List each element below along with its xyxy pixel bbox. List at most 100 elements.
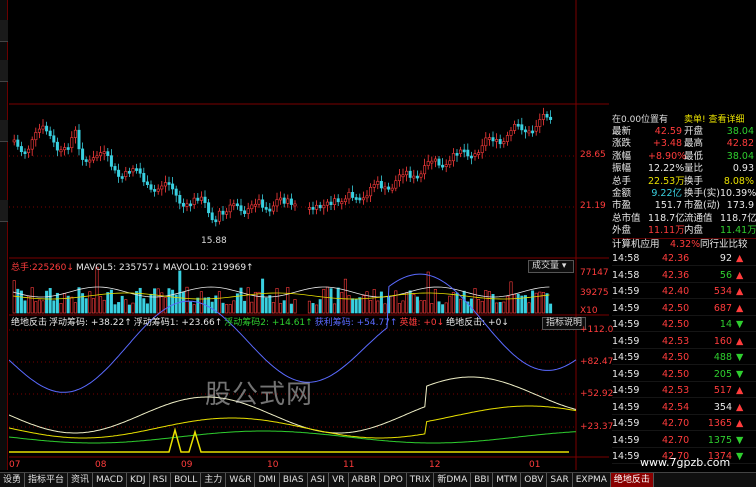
candle-body xyxy=(315,204,319,210)
quote-value: 38.04 xyxy=(726,150,754,162)
candle-body xyxy=(325,201,329,206)
volume-bar xyxy=(307,300,311,314)
quote-value: 0.93 xyxy=(732,163,754,175)
candle-body xyxy=(415,175,419,179)
tab-9[interactable]: DMI xyxy=(255,473,280,487)
volume-bar xyxy=(311,303,315,314)
volume-bar xyxy=(156,288,160,314)
strip-tab[interactable] xyxy=(0,60,8,82)
indicator-tab-bar: 设勇 指标平台 资讯 MACD KDJ RSI BOLL 主力 W&R DMI BIAS ASI VR A… xyxy=(0,472,756,487)
volume-bar xyxy=(199,291,203,314)
candle-body xyxy=(538,119,542,127)
strip-tab[interactable] xyxy=(0,200,8,222)
strip-tab[interactable] xyxy=(0,20,8,42)
candle-body xyxy=(361,197,365,201)
candle-body xyxy=(235,203,239,207)
tab-1[interactable]: 指标平台 xyxy=(25,473,69,487)
tab-11[interactable]: ASI xyxy=(308,473,330,487)
tick-row[interactable]: 14:59 42.50 687 ▲ xyxy=(612,301,756,316)
arrow-up-icon: ▲ xyxy=(736,335,744,347)
candle-body xyxy=(397,174,401,182)
tick-row[interactable]: 14:59 42.50 14 ▼ xyxy=(612,317,756,332)
arrow-up-icon: ▲ xyxy=(736,302,744,314)
candle-body xyxy=(77,129,81,150)
tick-volume: 687 xyxy=(713,302,732,314)
tick-row[interactable]: 14:59 42.54 354 ▲ xyxy=(612,400,756,415)
volume-bar xyxy=(351,298,355,314)
arrow-down-icon: ▼ xyxy=(736,352,744,363)
strip-tab[interactable] xyxy=(0,120,8,142)
tick-row[interactable]: 14:59 42.70 1365 ▲ xyxy=(612,416,756,431)
tick-time: 14:59 xyxy=(612,286,640,297)
tab-21[interactable]: EXPMA xyxy=(573,473,611,487)
tick-row[interactable]: 14:59 42.53 517 ▲ xyxy=(612,383,756,398)
tab-19[interactable]: OBV xyxy=(521,473,548,487)
volume-bar xyxy=(12,280,16,314)
tab-15[interactable]: TRIX xyxy=(407,473,435,487)
tab-7[interactable]: 主力 xyxy=(201,473,227,487)
quote-title[interactable]: 在0.00位置有 卖单! 查看详细 xyxy=(612,112,756,125)
tab-20[interactable]: SAR xyxy=(547,473,573,487)
quote-label: 换手(实) xyxy=(684,188,720,199)
candle-body xyxy=(55,141,59,151)
quote-label: 涨跌 xyxy=(612,138,632,150)
candle-body xyxy=(383,186,387,190)
volume-bar xyxy=(343,278,347,314)
volume-bar xyxy=(171,289,175,314)
tab-0[interactable]: 设勇 xyxy=(0,473,26,487)
candle-body xyxy=(228,204,232,213)
volume-bar xyxy=(448,295,452,314)
tick-time: 14:59 xyxy=(612,319,640,330)
tab-18[interactable]: MTM xyxy=(493,473,522,487)
left-function-strip[interactable] xyxy=(0,0,8,470)
tick-volume: 488 xyxy=(713,352,732,363)
candle-body xyxy=(531,130,535,134)
volume-bar xyxy=(423,300,427,314)
volume-bar xyxy=(322,288,326,314)
volume-bar xyxy=(451,292,455,314)
tab-3[interactable]: MACD xyxy=(93,473,128,487)
quote-label: 总手 xyxy=(612,175,632,187)
chevron-down-icon: ▾ xyxy=(561,261,567,271)
tab-10[interactable]: BIAS xyxy=(280,473,308,487)
candle-body xyxy=(513,123,517,131)
tick-row[interactable]: 14:58 42.36 92 ▲ xyxy=(612,251,756,266)
candle-body xyxy=(534,126,538,132)
tab-16[interactable]: 新DMA xyxy=(434,473,472,487)
tab-2[interactable]: 资讯 xyxy=(68,473,94,487)
candle-body xyxy=(516,123,520,127)
sector-compare-link[interactable]: 同行业比较 xyxy=(700,239,748,250)
tab-17[interactable]: BBI xyxy=(471,473,494,487)
volume-bar xyxy=(52,300,56,314)
quote-label: 市盈(动) xyxy=(684,200,720,212)
tick-time: 14:59 xyxy=(612,451,640,462)
tick-volume: 160 xyxy=(713,335,732,347)
tab-8[interactable]: W&R xyxy=(226,473,256,487)
tick-row[interactable]: 14:59 42.50 488 ▼ xyxy=(612,350,756,365)
tick-row[interactable]: 14:59 42.53 160 ▲ xyxy=(612,334,756,349)
candle-body xyxy=(379,180,383,189)
candle-body xyxy=(52,135,56,143)
tick-row[interactable]: 14:59 42.50 205 ▼ xyxy=(612,367,756,382)
tab-12[interactable]: VR xyxy=(329,473,349,487)
tick-row[interactable]: 14:58 42.36 56 ▲ xyxy=(612,268,756,283)
tab-5[interactable]: RSI xyxy=(150,473,172,487)
tab-22[interactable]: 绝地反击 xyxy=(610,473,654,487)
tab-6[interactable]: BOLL xyxy=(171,473,202,487)
quote-title-right[interactable]: 卖单! 查看详细 xyxy=(684,112,744,125)
candle-body xyxy=(480,145,484,153)
indicator-axis-label-4: +23.37 xyxy=(580,422,614,432)
candle-body xyxy=(261,199,265,208)
tick-row[interactable]: 14:59 42.70 1375 ▼ xyxy=(612,433,756,448)
tick-price: 42.50 xyxy=(662,302,690,314)
volume-bar xyxy=(228,304,232,314)
tick-row[interactable]: 14:59 42.40 534 ▲ xyxy=(612,284,756,299)
tab-4[interactable]: KDJ xyxy=(127,473,150,487)
sector-row[interactable]: 计算机应用 4.32% 同行业比较 xyxy=(612,238,756,250)
volume-bar xyxy=(167,288,171,314)
volume-dropdown[interactable]: 成交量 ▾ xyxy=(528,260,574,273)
candle-body xyxy=(189,203,193,207)
tab-13[interactable]: ARBR xyxy=(349,473,381,487)
quote-label: 开盘 xyxy=(684,126,704,137)
tab-14[interactable]: DPO xyxy=(380,473,407,487)
